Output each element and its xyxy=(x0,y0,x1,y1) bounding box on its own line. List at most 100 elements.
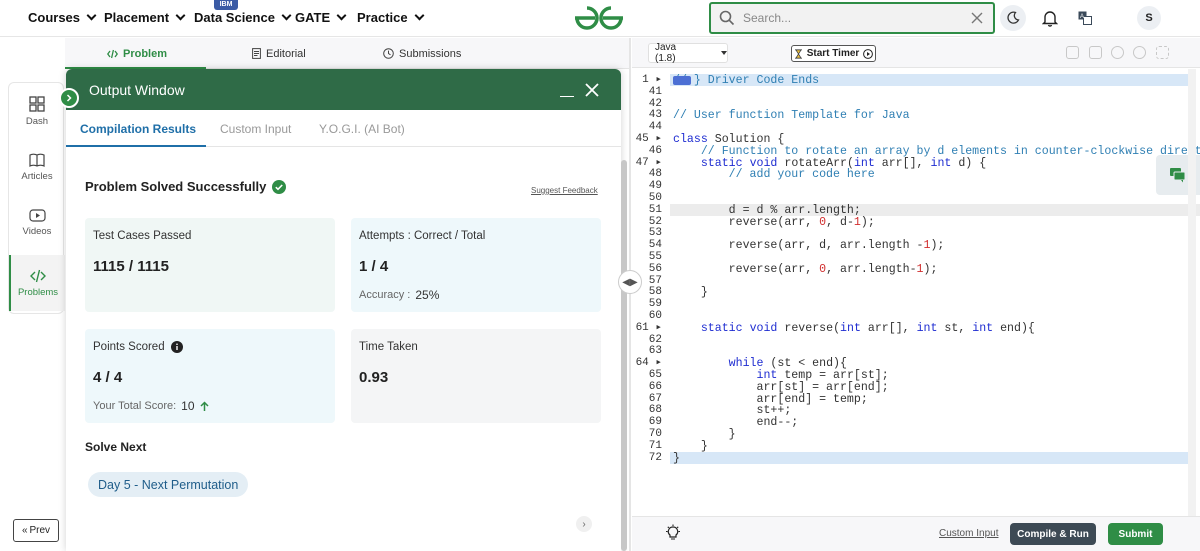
code-line: // User function Template for Java xyxy=(673,109,910,123)
chevron-right-icon: › xyxy=(582,518,586,530)
start-timer-button[interactable]: Start Timer xyxy=(791,45,876,62)
code-editor[interactable]: // } Driver Code Ends // User function Te… xyxy=(670,69,1200,516)
fullscreen-icon[interactable] xyxy=(1156,46,1169,59)
nav-gate[interactable]: GATE xyxy=(295,10,347,25)
problem-tabs: Problem Editorial Submissions xyxy=(65,38,629,69)
tab-editorial[interactable]: Editorial xyxy=(252,38,306,69)
tab-custom-input[interactable]: Custom Input xyxy=(220,122,291,136)
code-line: // add your code here xyxy=(673,168,875,182)
next-problem-chip[interactable]: Day 5 - Next Permutation xyxy=(88,472,249,497)
translate-button[interactable]: A xyxy=(1072,5,1098,31)
card-label: Attempts : Correct / Total xyxy=(359,230,486,242)
chevron-right-icon xyxy=(66,94,72,102)
prev-label: Prev xyxy=(29,525,51,536)
clear-icon[interactable] xyxy=(971,12,983,24)
suggest-feedback-link[interactable]: Suggest Feedback xyxy=(531,186,598,195)
video-icon xyxy=(28,209,46,222)
card-label-row: Points Scored xyxy=(93,341,183,353)
compile-run-button[interactable]: Compile & Run xyxy=(1010,523,1096,545)
check-circle-icon xyxy=(272,179,287,194)
moon-icon xyxy=(1007,11,1020,24)
active-tab-indicator xyxy=(66,145,206,147)
notifications-button[interactable] xyxy=(1037,5,1063,31)
total-score-label: Your Total Score: xyxy=(93,400,177,412)
custom-input-link[interactable]: Custom Input xyxy=(939,528,998,539)
nav-practice[interactable]: Practice xyxy=(357,10,425,25)
rail-item-videos[interactable]: Videos xyxy=(9,195,65,251)
code-line: } xyxy=(673,286,708,300)
search-input[interactable] xyxy=(743,11,953,25)
timer-label: Start Timer xyxy=(806,48,860,59)
card-value: 0.93 xyxy=(359,369,389,386)
code-line: reverse(arr, 0, d-1); xyxy=(673,215,875,229)
rail-item-label: Videos xyxy=(22,226,52,237)
fold-marker-icon[interactable] xyxy=(673,76,691,85)
next-arrow-button[interactable]: › xyxy=(576,516,592,532)
nav-data-science[interactable]: Data Science xyxy=(194,10,292,25)
search-icon xyxy=(719,10,735,26)
code-line: reverse(arr, d, arr.length -1); xyxy=(673,239,945,253)
hourglass-icon xyxy=(794,48,802,59)
rail-item-label: Problems xyxy=(17,286,59,298)
code-line: // } Driver Code Ends xyxy=(673,74,820,87)
top-navbar: Courses Placement IBM Data Science GATE … xyxy=(0,0,1200,37)
card-value: 1 / 4 xyxy=(359,258,389,275)
chat-icon xyxy=(1170,168,1186,183)
prev-button[interactable]: «Prev xyxy=(13,519,59,542)
lightbulb-icon[interactable] xyxy=(664,524,682,542)
line-number: 51 xyxy=(648,203,662,216)
nav-courses-label: Courses xyxy=(28,10,81,25)
language-select[interactable]: Java (1.8) xyxy=(648,42,728,64)
time-taken-card: Time Taken 0.93 xyxy=(351,329,601,423)
minimize-icon[interactable] xyxy=(560,96,574,97)
panel-divider[interactable] xyxy=(629,38,631,551)
chevron-down-icon xyxy=(86,10,97,21)
avatar[interactable]: S xyxy=(1137,6,1161,30)
tab-submissions[interactable]: Submissions xyxy=(383,38,461,69)
accuracy-value: 25% xyxy=(415,288,440,302)
card-value: 4 / 4 xyxy=(93,369,123,386)
tab-submissions-label: Submissions xyxy=(399,47,462,60)
collapse-toggle[interactable] xyxy=(59,88,79,108)
play-circle-icon xyxy=(863,48,874,59)
rail-item-dash[interactable]: Dash xyxy=(9,83,65,139)
rail-item-articles[interactable]: Articles xyxy=(9,139,65,195)
tab-yogi-ai-bot[interactable]: Y.O.G.I. (AI Bot) xyxy=(319,122,405,136)
output-window: Output Window Compilation Results Custom… xyxy=(66,69,621,551)
search-bar[interactable] xyxy=(709,2,995,34)
nav-courses[interactable]: Courses xyxy=(28,10,97,25)
export-icon[interactable] xyxy=(1089,46,1102,59)
nav-placement[interactable]: Placement xyxy=(104,10,186,25)
code-line: } xyxy=(673,451,680,465)
code-line: reverse(arr, 0, arr.length-1); xyxy=(673,262,938,276)
tab-problem-label: Problem xyxy=(123,47,168,60)
book-icon xyxy=(29,153,45,167)
card-label: Points Scored xyxy=(93,341,165,353)
output-scrollbar[interactable] xyxy=(621,160,627,551)
line-number: 66 xyxy=(648,380,662,393)
rail-item-problems[interactable]: Problems xyxy=(9,255,65,311)
settings-icon[interactable] xyxy=(1111,46,1124,59)
reset-icon[interactable] xyxy=(1133,46,1146,59)
line-number: 46 xyxy=(648,144,662,157)
tab-editorial-label: Editorial xyxy=(266,47,306,60)
clock-icon xyxy=(383,48,394,59)
info-icon[interactable] xyxy=(170,341,183,353)
copy-icon[interactable] xyxy=(1066,46,1079,59)
svg-text:A: A xyxy=(1080,14,1084,20)
dark-mode-toggle[interactable] xyxy=(1000,5,1026,31)
accuracy: Accuracy : 25% xyxy=(359,288,439,302)
close-icon[interactable] xyxy=(585,83,599,97)
line-number: 61 ▸ xyxy=(635,321,662,334)
resize-handle-icon[interactable]: ◀▶ xyxy=(618,270,642,294)
editor-scrollbar[interactable] xyxy=(1188,69,1196,516)
line-number: 56 xyxy=(648,262,662,275)
output-window-title: Output Window xyxy=(89,82,185,98)
tab-problem[interactable]: Problem xyxy=(107,38,167,69)
nav-data-science-label: Data Science xyxy=(194,10,275,25)
code-icon xyxy=(30,269,46,282)
status-message: Problem Solved Successfully xyxy=(85,179,287,194)
tab-compilation-results[interactable]: Compilation Results xyxy=(80,122,196,136)
gfg-logo-icon[interactable] xyxy=(573,4,625,32)
submit-button[interactable]: Submit xyxy=(1108,523,1163,545)
